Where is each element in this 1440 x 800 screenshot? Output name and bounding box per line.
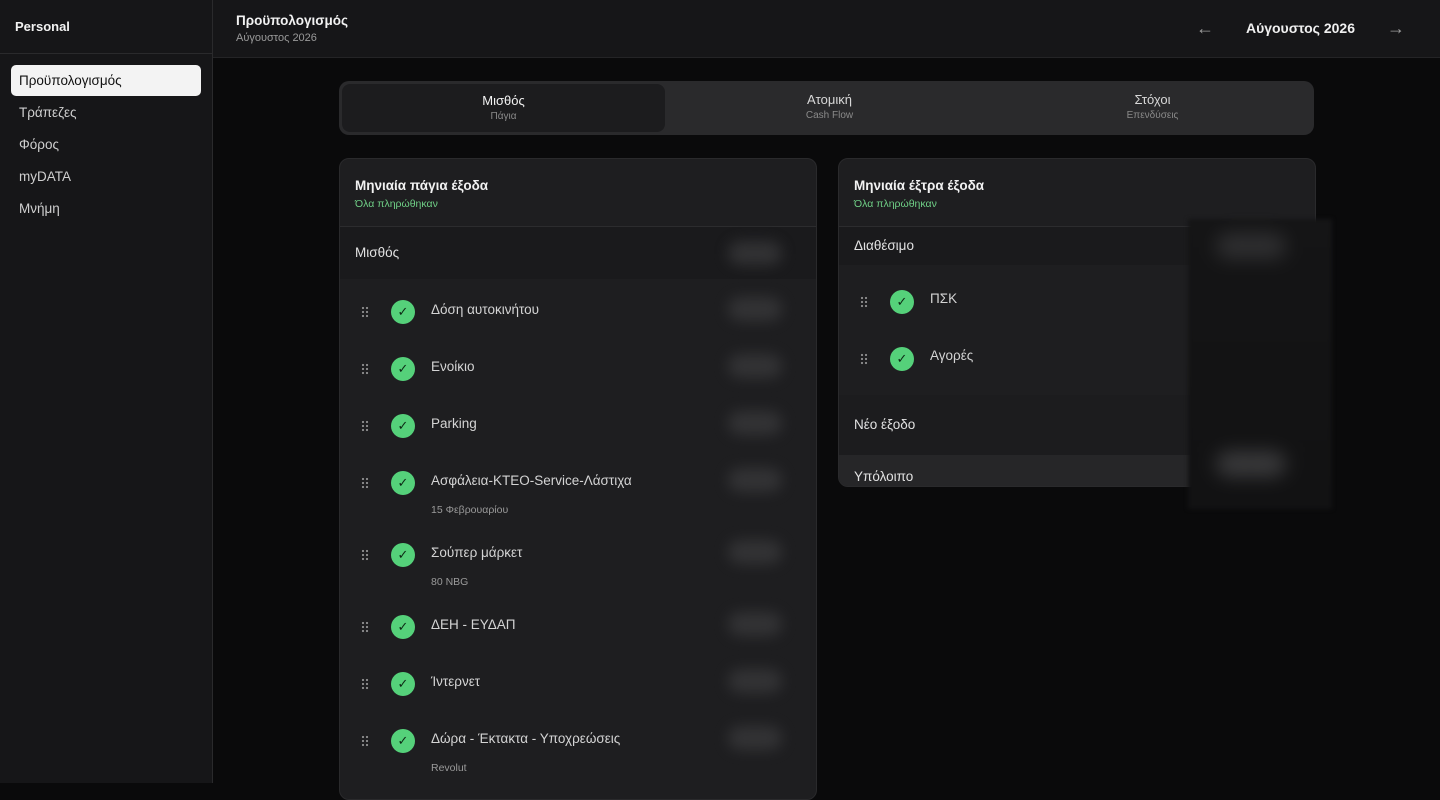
list-item: ✓ Parking (340, 397, 816, 454)
check-icon[interactable]: ✓ (391, 543, 415, 567)
fixed-expenses-card: Μηνιαία πάγια έξοδα Όλα πληρώθηκαν Μισθό… (339, 158, 817, 800)
tab-sublabel: Πάγια (490, 111, 517, 122)
sidebar-item-budget[interactable]: Προϋπολογισμός (11, 65, 201, 96)
hidden-amount (728, 241, 782, 265)
tab-sublabel: Επενδύσεις (1126, 110, 1179, 121)
check-icon[interactable]: ✓ (391, 300, 415, 324)
drag-handle-icon[interactable] (860, 353, 868, 365)
hidden-amount (728, 411, 782, 435)
card-title: Μηνιαία πάγια έξοδα (355, 178, 489, 193)
page-title: Προϋπολογισμός (236, 13, 349, 28)
drag-handle-icon[interactable] (361, 363, 369, 375)
check-icon[interactable]: ✓ (391, 672, 415, 696)
card-header: Μηνιαία πάγια έξοδα Όλα πληρώθηκαν (340, 159, 816, 227)
balance-label: Υπόλοιπο (854, 469, 914, 484)
card-header: Μηνιαία έξτρα έξοδα Όλα πληρώθηκαν (839, 159, 1315, 227)
list-item: ✓ Ενοίκιο (340, 340, 816, 397)
expense-label: Ενοίκιο (431, 359, 475, 374)
budget-tabs: Μισθός Πάγια Ατομική Cash Flow Στόχοι Επ… (339, 81, 1314, 135)
section-label: Διαθέσιμο (854, 238, 914, 253)
hidden-amounts-overlay (1188, 219, 1332, 509)
sidebar: Personal Προϋπολογισμός Τράπεζες Φόρος m… (0, 0, 213, 783)
expense-note: Revolut (431, 762, 467, 774)
expense-label: Ασφάλεια-ΚΤΕΟ-Service-Λάστιχα (431, 473, 632, 488)
period-label: Αύγουστος 2026 (1245, 20, 1355, 36)
drag-handle-icon[interactable] (860, 296, 868, 308)
tab-salary[interactable]: Μισθός Πάγια (342, 84, 665, 132)
expense-note: 15 Φεβρουαρίου (431, 504, 509, 516)
page-subtitle: Αύγουστος 2026 (236, 32, 317, 44)
tab-personal[interactable]: Ατομική Cash Flow (668, 81, 991, 135)
card-title: Μηνιαία έξτρα έξοδα (854, 178, 985, 193)
sidebar-item-banks[interactable]: Τράπεζες (11, 97, 201, 128)
workspace-name[interactable]: Personal (0, 0, 212, 54)
drag-handle-icon[interactable] (361, 306, 369, 318)
drag-handle-icon[interactable] (361, 621, 369, 633)
period-navigator: ← Αύγουστος 2026 → (1195, 18, 1406, 38)
status-text: Όλα πληρώθηκαν (854, 198, 937, 210)
check-icon[interactable]: ✓ (391, 414, 415, 438)
expense-label: Αγορές (930, 348, 974, 363)
check-icon[interactable]: ✓ (391, 729, 415, 753)
sidebar-nav: Προϋπολογισμός Τράπεζες Φόρος myDATA Μνή… (0, 54, 212, 224)
hidden-amount (728, 354, 782, 378)
arrow-left-icon[interactable]: ← (1195, 18, 1215, 38)
income-section-row: Μισθός (340, 227, 816, 279)
hidden-amount (1216, 233, 1286, 259)
hidden-amount (1216, 451, 1286, 477)
expense-label: ΔΕΗ - ΕΥΔΑΠ (431, 617, 516, 632)
hidden-amount (728, 540, 782, 564)
list-item: ✓ Σούπερ μάρκετ 80 NBG (340, 526, 816, 598)
expense-label: Δόση αυτοκινήτου (431, 302, 539, 317)
check-icon[interactable]: ✓ (391, 615, 415, 639)
check-icon[interactable]: ✓ (391, 471, 415, 495)
check-icon[interactable]: ✓ (391, 357, 415, 381)
drag-handle-icon[interactable] (361, 549, 369, 561)
tab-sublabel: Cash Flow (805, 110, 854, 121)
check-icon[interactable]: ✓ (890, 347, 914, 371)
list-item: ✓ Δόση αυτοκινήτου (340, 283, 816, 340)
check-icon[interactable]: ✓ (890, 290, 914, 314)
drag-handle-icon[interactable] (361, 678, 369, 690)
arrow-right-icon[interactable]: → (1386, 18, 1406, 38)
tab-label: Ατομική (807, 92, 852, 107)
tab-label: Μισθός (482, 93, 525, 108)
expense-label: ΠΣΚ (930, 291, 958, 306)
drag-handle-icon[interactable] (361, 477, 369, 489)
tab-goals[interactable]: Στόχοι Επενδύσεις (991, 81, 1314, 135)
expense-note: 80 NBG (431, 576, 469, 588)
hidden-amount (728, 669, 782, 693)
page-header: Προϋπολογισμός Αύγουστος 2026 ← Αύγουστο… (213, 0, 1440, 58)
hidden-amount (728, 612, 782, 636)
drag-handle-icon[interactable] (361, 420, 369, 432)
drag-handle-icon[interactable] (361, 735, 369, 747)
sidebar-item-mydata[interactable]: myDATA (11, 161, 201, 192)
expense-label: Ίντερνετ (431, 674, 481, 689)
list-item: ✓ Δώρα - Έκτακτα - Υποχρεώσεις Revolut (340, 712, 816, 784)
new-expense-label[interactable]: Νέο έξοδο (854, 417, 915, 432)
hidden-amount (728, 297, 782, 321)
expense-label: Δώρα - Έκτακτα - Υποχρεώσεις (431, 731, 621, 746)
sidebar-item-tax[interactable]: Φόρος (11, 129, 201, 160)
section-label: Μισθός (355, 245, 400, 260)
expense-label: Σούπερ μάρκετ (431, 545, 523, 560)
list-item: ✓ Ίντερνετ (340, 655, 816, 712)
list-item: ✓ ΔΕΗ - ΕΥΔΑΠ (340, 598, 816, 655)
list-item: ✓ Ασφάλεια-ΚΤΕΟ-Service-Λάστιχα 15 Φεβρο… (340, 454, 816, 526)
hidden-amount (728, 726, 782, 750)
hidden-amount (728, 468, 782, 492)
tab-label: Στόχοι (1134, 92, 1171, 107)
sidebar-item-memory[interactable]: Μνήμη (11, 193, 201, 224)
status-text: Όλα πληρώθηκαν (355, 198, 438, 210)
expense-label: Parking (431, 416, 477, 431)
